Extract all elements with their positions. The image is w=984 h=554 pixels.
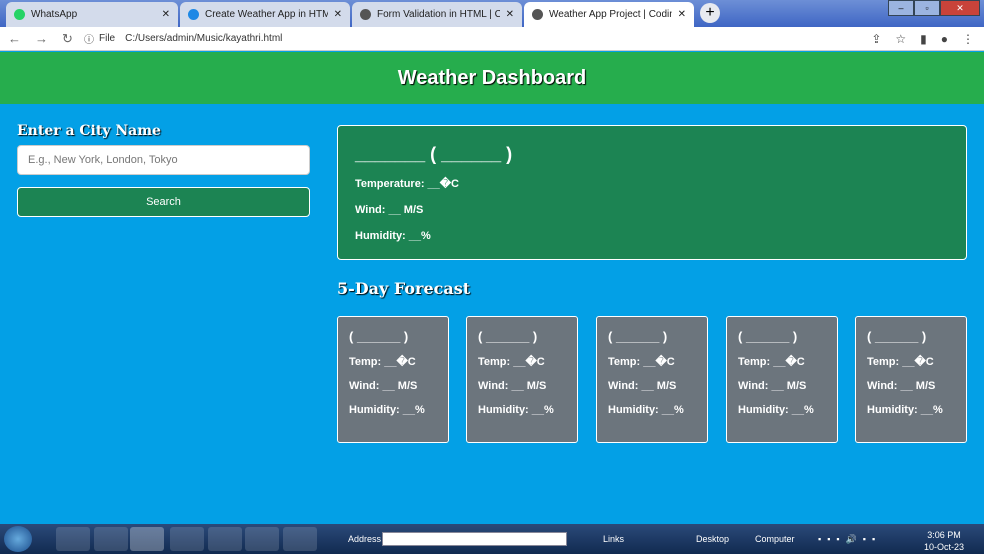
- forecast-wind: Wind: __ M/S: [738, 380, 807, 392]
- search-button[interactable]: Search: [17, 187, 310, 217]
- tab-form-validation[interactable]: Form Validation in HTML | Codin✕: [352, 2, 522, 27]
- new-tab-button[interactable]: +: [700, 3, 720, 23]
- forecast-temp: Temp: __�C: [867, 356, 934, 368]
- forecast-temp: Temp: __�C: [608, 356, 675, 368]
- minimize-button[interactable]: –: [888, 0, 914, 16]
- city-input[interactable]: [17, 145, 310, 175]
- taskbar-address-input[interactable]: [382, 532, 567, 546]
- forward-icon[interactable]: →: [35, 31, 48, 47]
- forecast-temp: Temp: __�C: [349, 356, 416, 368]
- url-field[interactable]: C:/Users/admin/Music/kayathri.html: [125, 33, 282, 44]
- forecast-humidity: Humidity: __%: [738, 404, 814, 416]
- globe-icon: [360, 9, 371, 20]
- address-label: Address: [348, 534, 382, 544]
- forecast-humidity: Humidity: __%: [349, 404, 425, 416]
- close-tab-icon[interactable]: ✕: [678, 9, 686, 20]
- forecast-temp: Temp: __�C: [738, 356, 805, 368]
- forecast-wind: Wind: __ M/S: [608, 380, 677, 392]
- close-tab-icon[interactable]: ✕: [506, 9, 514, 20]
- browser-tab-bar: WhatsApp✕ Create Weather App in HTML Bo✕…: [0, 0, 984, 27]
- forecast-card: ( ______ ) Temp: __�C Wind: __ M/S Humidity…: [337, 316, 449, 443]
- current-wind: Wind: __ M/S: [355, 204, 424, 216]
- profile-icon[interactable]: ●: [941, 32, 948, 46]
- tray-icons[interactable]: ▪▪▪🔊▪▪: [818, 534, 881, 545]
- current-city: _______ ( ______ ): [355, 144, 513, 164]
- app-icon[interactable]: [245, 527, 279, 551]
- side-panel-icon[interactable]: ▮: [920, 32, 927, 46]
- globe-icon: [532, 9, 543, 20]
- whatsapp-icon: [14, 9, 25, 20]
- current-temperature: Temperature: __�C: [355, 178, 459, 190]
- page-title: Weather Dashboard: [0, 52, 984, 104]
- chrome-icon[interactable]: [130, 527, 164, 551]
- desktop-toolbar[interactable]: Desktop: [696, 534, 729, 544]
- tab-create-weather[interactable]: Create Weather App in HTML Bo✕: [180, 2, 350, 27]
- links-toolbar[interactable]: Links: [603, 534, 624, 544]
- forecast-wind: Wind: __ M/S: [867, 380, 936, 392]
- forecast-date: ( ______ ): [349, 329, 409, 344]
- tab-whatsapp[interactable]: WhatsApp ✕: [6, 2, 178, 27]
- forecast-card: ( ______ ) Temp: __�C Wind: __ M/S Humidity…: [596, 316, 708, 443]
- app-icon[interactable]: [170, 527, 204, 551]
- tab-weather-app[interactable]: Weather App Project | CodingNe✕: [524, 2, 694, 27]
- address-bar: ← → ↻ ⓘ File C:/Users/admin/Music/kayathri…: [0, 27, 984, 51]
- forecast-wind: Wind: __ M/S: [478, 380, 547, 392]
- bookmark-star-icon[interactable]: ☆: [895, 32, 906, 46]
- window-controls: – ▫ ✕: [888, 0, 980, 16]
- ie-icon[interactable]: [94, 527, 128, 551]
- current-weather-card: _______ ( ______ ) Temperature: __�C Win…: [337, 125, 967, 260]
- menu-icon[interactable]: ⋮: [962, 32, 974, 46]
- forecast-card: ( ______ ) Temp: __�C Wind: __ M/S Humidity…: [726, 316, 838, 443]
- taskbar: Address Links Desktop Computer ▪▪▪🔊▪▪ 3:…: [0, 524, 984, 554]
- forecast-title: 5-Day Forecast: [337, 279, 471, 298]
- forecast-date: ( ______ ): [738, 329, 798, 344]
- forecast-humidity: Humidity: __%: [608, 404, 684, 416]
- forecast-card: ( ______ ) Temp: __�C Wind: __ M/S Humidity…: [466, 316, 578, 443]
- city-label: Enter a City Name: [17, 123, 161, 139]
- computer-icon[interactable]: [56, 527, 90, 551]
- forecast-date: ( ______ ): [478, 329, 538, 344]
- back-icon[interactable]: ←: [8, 31, 21, 47]
- current-humidity: Humidity: __%: [355, 230, 431, 242]
- folder-icon[interactable]: [283, 527, 317, 551]
- info-icon[interactable]: ⓘ: [84, 31, 94, 46]
- computer-toolbar[interactable]: Computer: [755, 534, 795, 544]
- site-icon: [188, 9, 199, 20]
- close-tab-icon[interactable]: ✕: [162, 9, 170, 20]
- reload-icon[interactable]: ↻: [62, 31, 73, 47]
- file-label: File: [99, 33, 116, 44]
- forecast-humidity: Humidity: __%: [478, 404, 554, 416]
- forecast-date: ( ______ ): [867, 329, 927, 344]
- forecast-temp: Temp: __�C: [478, 356, 545, 368]
- forecast-date: ( ______ ): [608, 329, 668, 344]
- app-icon[interactable]: [208, 527, 242, 551]
- maximize-button[interactable]: ▫: [914, 0, 940, 16]
- clock-date: 10-Oct-23: [923, 542, 964, 552]
- forecast-wind: Wind: __ M/S: [349, 380, 418, 392]
- close-window-button[interactable]: ✕: [940, 0, 980, 16]
- start-button[interactable]: [4, 526, 32, 552]
- clock-time: 3:06 PM: [927, 530, 961, 540]
- clock[interactable]: 3:06 PM 10-Oct-23: [924, 529, 964, 553]
- share-icon[interactable]: ⇪: [871, 32, 881, 46]
- close-tab-icon[interactable]: ✕: [334, 9, 342, 20]
- forecast-card: ( ______ ) Temp: __�C Wind: __ M/S Humidity…: [855, 316, 967, 443]
- forecast-humidity: Humidity: __%: [867, 404, 943, 416]
